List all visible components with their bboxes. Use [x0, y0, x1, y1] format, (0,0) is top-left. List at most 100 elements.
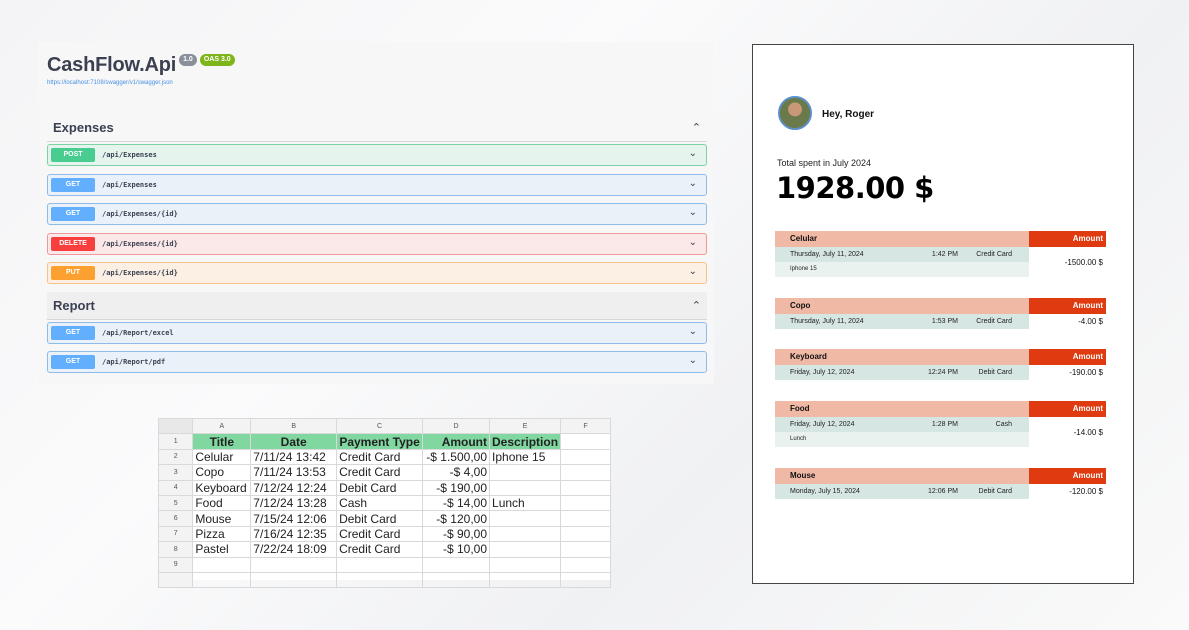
empty-cell[interactable]	[250, 571, 338, 589]
cell[interactable]: Pizza	[192, 525, 252, 543]
section-expenses[interactable]: Expenses ⌃	[47, 114, 707, 142]
cell[interactable]: -$ 190,00	[422, 479, 491, 496]
chevron-down-icon[interactable]: ⌄	[689, 326, 697, 337]
cell[interactable]: Credit Card	[336, 448, 424, 466]
cell[interactable]: 7/16/24 12:35	[250, 525, 338, 543]
empty-cell[interactable]	[560, 525, 611, 543]
column-header-c[interactable]: C	[336, 417, 424, 435]
operation-get-report-pdf[interactable]: GET /api/Report/pdf ⌄	[47, 351, 707, 373]
row-header[interactable]	[157, 571, 194, 589]
cell[interactable]: Credit Card	[336, 541, 424, 558]
cell[interactable]: Credit Card	[336, 464, 424, 481]
row-header[interactable]: 6	[157, 510, 194, 527]
empty-cell[interactable]	[560, 571, 611, 589]
row-header[interactable]: 5	[157, 494, 194, 512]
cell[interactable]: 7/11/24 13:42	[250, 448, 338, 466]
row-header[interactable]: 7	[157, 525, 194, 543]
cell[interactable]: Debit Card	[336, 510, 424, 527]
row-header[interactable]: 1	[157, 433, 194, 450]
cell[interactable]: Debit Card	[336, 479, 424, 496]
empty-cell[interactable]	[336, 571, 424, 589]
cell[interactable]: 7/15/24 12:06	[250, 510, 338, 527]
cell[interactable]: Credit Card	[336, 525, 424, 543]
row-header[interactable]: 9	[157, 556, 194, 573]
chevron-up-icon[interactable]: ⌃	[692, 299, 701, 312]
empty-cell[interactable]	[560, 433, 611, 450]
cell[interactable]: -$ 90,00	[422, 525, 491, 543]
cell[interactable]: Celular	[192, 448, 252, 466]
operation-get-expenses[interactable]: GET /api/Expenses ⌄	[47, 174, 707, 196]
cell[interactable]: Lunch	[489, 494, 562, 512]
row-header[interactable]: 8	[157, 541, 194, 558]
operation-get-expense-by-id[interactable]: GET /api/Expenses/{id} ⌄	[47, 203, 707, 225]
cell[interactable]: Mouse	[192, 510, 252, 527]
cell[interactable]	[489, 510, 562, 527]
select-all-corner[interactable]	[157, 417, 194, 435]
empty-cell[interactable]	[560, 464, 611, 481]
cell[interactable]: -$ 120,00	[422, 510, 491, 527]
cell[interactable]: -$ 14,00	[422, 494, 491, 512]
empty-cell[interactable]	[422, 571, 491, 589]
cell[interactable]: Food	[192, 494, 252, 512]
empty-cell[interactable]	[336, 556, 424, 573]
column-header-a[interactable]: A	[192, 417, 252, 435]
cell[interactable]: -$ 4,00	[422, 464, 491, 481]
column-header-e[interactable]: E	[489, 417, 562, 435]
empty-cell[interactable]	[560, 494, 611, 512]
cell[interactable]: Copo	[192, 464, 252, 481]
header-cell[interactable]: Amount	[422, 433, 491, 450]
empty-cell[interactable]	[489, 571, 562, 589]
header-cell[interactable]: Title	[192, 433, 252, 450]
column-header-d[interactable]: D	[422, 417, 491, 435]
expense-payment: Debit Card	[978, 488, 1012, 495]
cell[interactable]: 7/12/24 13:28	[250, 494, 338, 512]
cell[interactable]	[489, 525, 562, 543]
empty-cell[interactable]	[560, 556, 611, 573]
row-header[interactable]: 2	[157, 448, 194, 466]
empty-cell[interactable]	[560, 448, 611, 466]
cell[interactable]	[489, 541, 562, 558]
expense-header: Mouse Amount	[775, 468, 1106, 484]
row-header[interactable]: 3	[157, 464, 194, 481]
operation-post-expenses[interactable]: POST /api/Expenses ⌄	[47, 144, 707, 166]
header-cell[interactable]: Payment Type	[336, 433, 424, 450]
row-header[interactable]: 4	[157, 479, 194, 496]
operation-get-report-excel[interactable]: GET /api/Report/excel ⌄	[47, 322, 707, 344]
cell[interactable]: 7/11/24 13:53	[250, 464, 338, 481]
cell[interactable]: Iphone 15	[489, 448, 562, 466]
swagger-json-link[interactable]: https://localhost:7108/swagger/v1/swagge…	[47, 80, 173, 86]
header-cell[interactable]: Description	[489, 433, 562, 450]
cell[interactable]: Pastel	[192, 541, 252, 558]
cell[interactable]: 7/22/24 18:09	[250, 541, 338, 558]
cell[interactable]: 7/12/24 12:24	[250, 479, 338, 496]
empty-cell[interactable]	[250, 556, 338, 573]
column-header-f[interactable]: F	[560, 417, 611, 435]
empty-cell[interactable]	[422, 556, 491, 573]
section-report[interactable]: Report ⌃	[47, 292, 707, 320]
header-cell[interactable]: Date	[250, 433, 338, 450]
chevron-down-icon[interactable]: ⌄	[689, 178, 697, 189]
operation-put-expense[interactable]: PUT /api/Expenses/{id} ⌄	[47, 262, 707, 284]
cell[interactable]: -$ 10,00	[422, 541, 491, 558]
cell[interactable]: -$ 1.500,00	[422, 448, 491, 466]
chevron-down-icon[interactable]: ⌄	[689, 148, 697, 159]
column-header-b[interactable]: B	[250, 417, 338, 435]
operation-delete-expense[interactable]: DELETE /api/Expenses/{id} ⌄	[47, 233, 707, 255]
empty-cell[interactable]	[560, 541, 611, 558]
empty-cell[interactable]	[489, 556, 562, 573]
chevron-down-icon[interactable]: ⌄	[689, 355, 697, 366]
cell[interactable]	[489, 464, 562, 481]
empty-cell[interactable]	[192, 571, 252, 589]
cell[interactable]: Keyboard	[192, 479, 252, 496]
empty-cell[interactable]	[560, 510, 611, 527]
chevron-down-icon[interactable]: ⌄	[689, 266, 697, 277]
expense-amount: -14.00 $	[1073, 427, 1103, 437]
expense-body: Friday, July 12, 2024 12:24 PM Debit Car…	[775, 365, 1106, 380]
chevron-down-icon[interactable]: ⌄	[689, 207, 697, 218]
chevron-down-icon[interactable]: ⌄	[689, 237, 697, 248]
chevron-up-icon[interactable]: ⌃	[692, 121, 701, 134]
empty-cell[interactable]	[192, 556, 252, 573]
cell[interactable]	[489, 479, 562, 496]
empty-cell[interactable]	[560, 479, 611, 496]
cell[interactable]: Cash	[336, 494, 424, 512]
